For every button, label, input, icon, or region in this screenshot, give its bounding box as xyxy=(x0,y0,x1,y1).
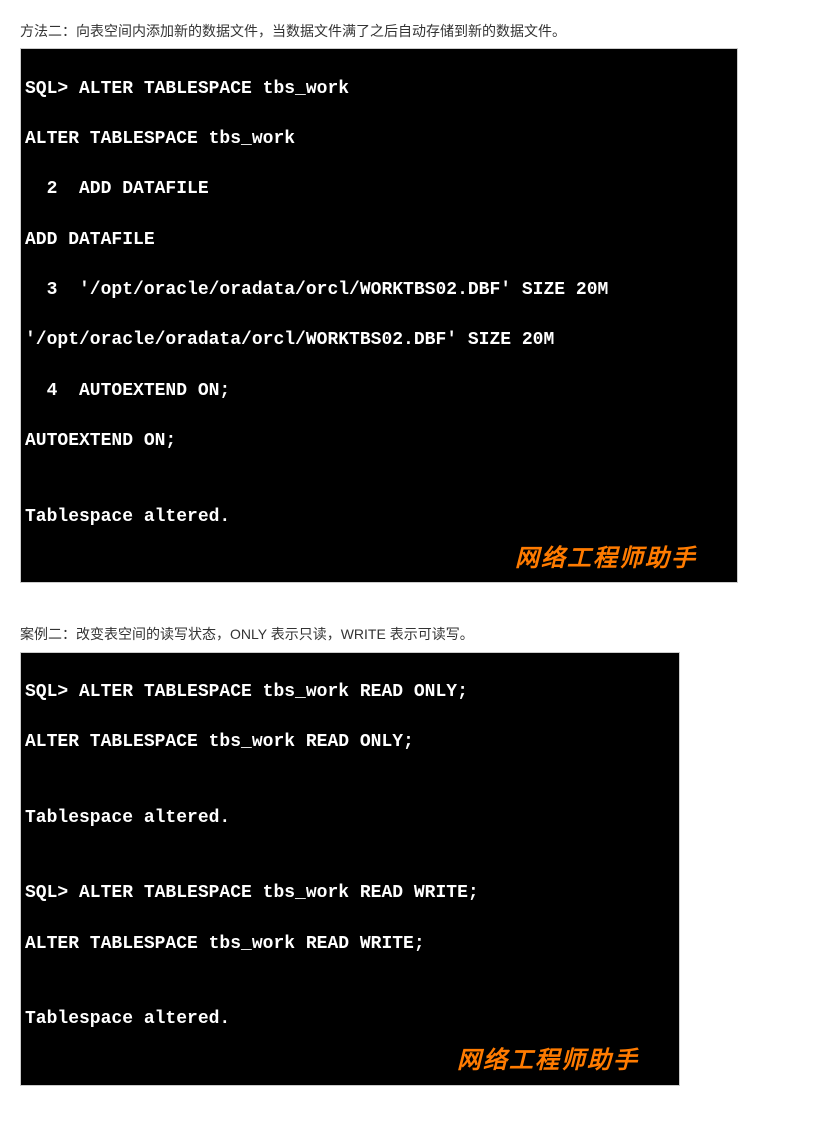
terminal-line: SQL> ALTER TABLESPACE tbs_work READ ONLY… xyxy=(25,680,675,705)
terminal-line: ALTER TABLESPACE tbs_work xyxy=(25,127,733,152)
section1-caption: 方法二：向表空间内添加新的数据文件，当数据文件满了之后自动存储到新的数据文件。 xyxy=(20,20,818,42)
terminal-line: '/opt/oracle/oradata/orcl/WORKTBS02.DBF'… xyxy=(25,328,733,353)
terminal-line: Tablespace altered. xyxy=(25,1007,675,1032)
terminal-line: SQL> ALTER TABLESPACE tbs_work xyxy=(25,77,733,102)
watermark-text: 网络工程师助手 xyxy=(457,1045,639,1079)
terminal-line: AUTOEXTEND ON; xyxy=(25,429,733,454)
terminal-line: Tablespace altered. xyxy=(25,505,733,530)
terminal-line: Tablespace altered. xyxy=(25,806,675,831)
terminal-line: ADD DATAFILE xyxy=(25,228,733,253)
watermark-text: 网络工程师助手 xyxy=(515,543,697,577)
terminal-block-1: SQL> ALTER TABLESPACE tbs_work ALTER TAB… xyxy=(20,48,738,583)
terminal-line: SQL> ALTER TABLESPACE tbs_work READ WRIT… xyxy=(25,881,675,906)
terminal-line: 3 '/opt/oracle/oradata/orcl/WORKTBS02.DB… xyxy=(25,278,733,303)
terminal-line: 2 ADD DATAFILE xyxy=(25,177,733,202)
section2-caption: 案例二：改变表空间的读写状态，ONLY 表示只读，WRITE 表示可读写。 xyxy=(20,623,818,645)
terminal-line: 4 AUTOEXTEND ON; xyxy=(25,379,733,404)
terminal-line: ALTER TABLESPACE tbs_work READ ONLY; xyxy=(25,730,675,755)
terminal-line: ALTER TABLESPACE tbs_work READ WRITE; xyxy=(25,932,675,957)
terminal-block-2: SQL> ALTER TABLESPACE tbs_work READ ONLY… xyxy=(20,652,680,1086)
